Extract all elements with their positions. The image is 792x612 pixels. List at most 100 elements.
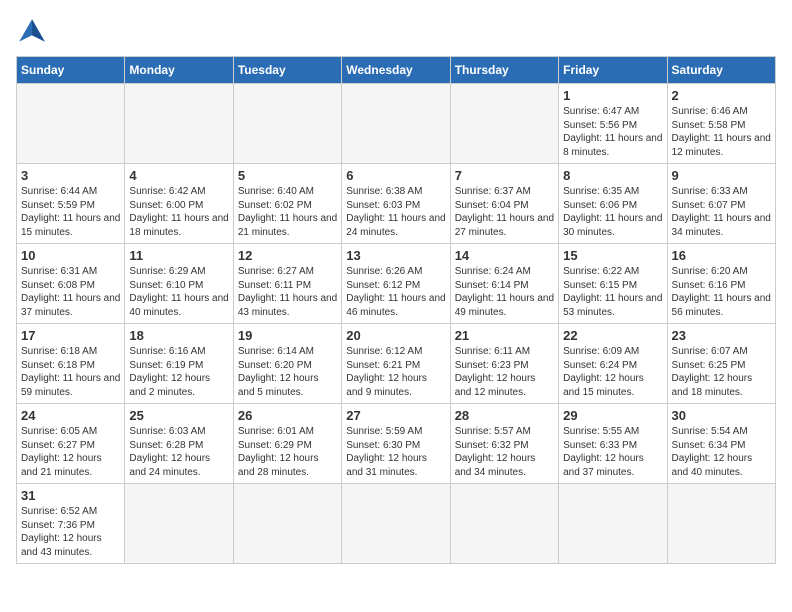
day-header-wednesday: Wednesday [342,57,450,84]
calendar-header-row: SundayMondayTuesdayWednesdayThursdayFrid… [17,57,776,84]
day-number: 19 [238,328,337,343]
day-info: Sunrise: 6:14 AM Sunset: 6:20 PM Dayligh… [238,345,337,399]
day-info: Sunrise: 6:20 AM Sunset: 6:16 PM Dayligh… [672,265,771,319]
day-number: 24 [21,408,120,423]
day-number: 28 [455,408,554,423]
day-number: 21 [455,328,554,343]
calendar-cell: 4Sunrise: 6:42 AM Sunset: 6:00 PM Daylig… [125,164,233,244]
day-info: Sunrise: 6:01 AM Sunset: 6:29 PM Dayligh… [238,425,337,479]
calendar-cell: 25 Sunrise: 6:03 AM Sunset: 6:28 PM Dayli… [125,404,233,484]
day-number: 7 [455,168,554,183]
day-info: Sunrise: 6:09 AM Sunset: 6:24 PM Dayligh… [563,345,662,399]
calendar-cell: 7Sunrise: 6:37 AM Sunset: 6:04 PM Daylig… [450,164,558,244]
day-number: 22 [563,328,662,343]
day-info: Sunrise: 5:57 AM Sunset: 6:32 PM Dayligh… [455,425,554,479]
calendar-cell [342,484,450,564]
calendar-cell: 18 Sunrise: 6:16 AM Sunset: 6:19 PM Dayli… [125,324,233,404]
calendar-cell: 14 Sunrise: 6:24 AM Sunset: 6:14 PM Dayli… [450,244,558,324]
day-info: Sunrise: 6:12 AM Sunset: 6:21 PM Dayligh… [346,345,445,399]
calendar-cell: 29Sunrise: 5:55 AM Sunset: 6:33 PM Dayli… [559,404,667,484]
calendar-cell: 28 Sunrise: 5:57 AM Sunset: 6:32 PM Dayli… [450,404,558,484]
day-number: 23 [672,328,771,343]
day-number: 10 [21,248,120,263]
calendar-cell [233,484,341,564]
calendar-week-row: 10 Sunrise: 6:31 AM Sunset: 6:08 PM Dayli… [17,244,776,324]
day-number: 18 [129,328,228,343]
calendar-cell: 19 Sunrise: 6:14 AM Sunset: 6:20 PM Dayli… [233,324,341,404]
day-header-saturday: Saturday [667,57,775,84]
calendar-cell: 22 Sunrise: 6:09 AM Sunset: 6:24 PM Dayli… [559,324,667,404]
calendar-cell: 17Sunrise: 6:18 AM Sunset: 6:18 PM Dayli… [17,324,125,404]
calendar-cell: 9 Sunrise: 6:33 AM Sunset: 6:07 PM Daylig… [667,164,775,244]
calendar-cell: 27 Sunrise: 5:59 AM Sunset: 6:30 PM Dayli… [342,404,450,484]
calendar-cell: 31Sunrise: 6:52 AM Sunset: 7:36 PM Dayli… [17,484,125,564]
calendar-cell: 30 Sunrise: 5:54 AM Sunset: 6:34 PM Dayli… [667,404,775,484]
day-info: Sunrise: 6:31 AM Sunset: 6:08 PM Dayligh… [21,265,120,319]
day-info: Sunrise: 6:29 AM Sunset: 6:10 PM Dayligh… [129,265,228,319]
calendar-cell: 26 Sunrise: 6:01 AM Sunset: 6:29 PM Dayli… [233,404,341,484]
calendar-cell [233,84,341,164]
day-info: Sunrise: 6:27 AM Sunset: 6:11 PM Dayligh… [238,265,337,319]
calendar-week-row: 17Sunrise: 6:18 AM Sunset: 6:18 PM Dayli… [17,324,776,404]
calendar-cell [450,484,558,564]
calendar-cell [559,484,667,564]
calendar-cell: 16 Sunrise: 6:20 AM Sunset: 6:16 PM Dayli… [667,244,775,324]
day-info: Sunrise: 5:54 AM Sunset: 6:34 PM Dayligh… [672,425,771,479]
day-number: 17 [21,328,120,343]
day-info: Sunrise: 6:44 AM Sunset: 5:59 PM Dayligh… [21,185,120,239]
day-info: Sunrise: 6:16 AM Sunset: 6:19 PM Dayligh… [129,345,228,399]
calendar-cell: 20 Sunrise: 6:12 AM Sunset: 6:21 PM Dayli… [342,324,450,404]
calendar-cell [125,484,233,564]
day-info: Sunrise: 6:38 AM Sunset: 6:03 PM Dayligh… [346,185,445,239]
calendar-week-row: 31Sunrise: 6:52 AM Sunset: 7:36 PM Dayli… [17,484,776,564]
day-number: 16 [672,248,771,263]
day-number: 27 [346,408,445,423]
day-info: Sunrise: 6:22 AM Sunset: 6:15 PM Dayligh… [563,265,662,319]
calendar-cell: 23 Sunrise: 6:07 AM Sunset: 6:25 PM Dayli… [667,324,775,404]
day-info: Sunrise: 6:40 AM Sunset: 6:02 PM Dayligh… [238,185,337,239]
calendar-cell [17,84,125,164]
calendar-cell: 24Sunrise: 6:05 AM Sunset: 6:27 PM Dayli… [17,404,125,484]
day-info: Sunrise: 6:26 AM Sunset: 6:12 PM Dayligh… [346,265,445,319]
day-info: Sunrise: 6:46 AM Sunset: 5:58 PM Dayligh… [672,105,771,159]
day-number: 20 [346,328,445,343]
day-number: 14 [455,248,554,263]
calendar-table: SundayMondayTuesdayWednesdayThursdayFrid… [16,56,776,564]
day-number: 30 [672,408,771,423]
day-info: Sunrise: 6:07 AM Sunset: 6:25 PM Dayligh… [672,345,771,399]
day-info: Sunrise: 6:03 AM Sunset: 6:28 PM Dayligh… [129,425,228,479]
day-info: Sunrise: 6:11 AM Sunset: 6:23 PM Dayligh… [455,345,554,399]
day-info: Sunrise: 6:24 AM Sunset: 6:14 PM Dayligh… [455,265,554,319]
calendar-week-row: 1Sunrise: 6:47 AM Sunset: 5:56 PM Daylig… [17,84,776,164]
calendar-cell: 21 Sunrise: 6:11 AM Sunset: 6:23 PM Dayli… [450,324,558,404]
day-number: 3 [21,168,120,183]
calendar-cell: 5 Sunrise: 6:40 AM Sunset: 6:02 PM Daylig… [233,164,341,244]
calendar-cell: 6 Sunrise: 6:38 AM Sunset: 6:03 PM Daylig… [342,164,450,244]
day-number: 4 [129,168,228,183]
calendar-cell: 3 Sunrise: 6:44 AM Sunset: 5:59 PM Daylig… [17,164,125,244]
day-number: 1 [563,88,662,103]
day-header-thursday: Thursday [450,57,558,84]
calendar-cell: 1Sunrise: 6:47 AM Sunset: 5:56 PM Daylig… [559,84,667,164]
day-number: 5 [238,168,337,183]
calendar-week-row: 3 Sunrise: 6:44 AM Sunset: 5:59 PM Daylig… [17,164,776,244]
day-number: 31 [21,488,120,503]
day-number: 25 [129,408,228,423]
calendar-cell: 10 Sunrise: 6:31 AM Sunset: 6:08 PM Dayli… [17,244,125,324]
day-info: Sunrise: 5:55 AM Sunset: 6:33 PM Dayligh… [563,425,662,479]
day-info: Sunrise: 5:59 AM Sunset: 6:30 PM Dayligh… [346,425,445,479]
day-info: Sunrise: 6:33 AM Sunset: 6:07 PM Dayligh… [672,185,771,239]
day-number: 26 [238,408,337,423]
day-number: 12 [238,248,337,263]
calendar-week-row: 24Sunrise: 6:05 AM Sunset: 6:27 PM Dayli… [17,404,776,484]
day-header-monday: Monday [125,57,233,84]
calendar-cell: 13Sunrise: 6:26 AM Sunset: 6:12 PM Dayli… [342,244,450,324]
calendar-cell [667,484,775,564]
day-number: 15 [563,248,662,263]
logo [16,16,52,48]
day-number: 2 [672,88,771,103]
day-header-friday: Friday [559,57,667,84]
day-number: 9 [672,168,771,183]
day-number: 6 [346,168,445,183]
day-header-tuesday: Tuesday [233,57,341,84]
